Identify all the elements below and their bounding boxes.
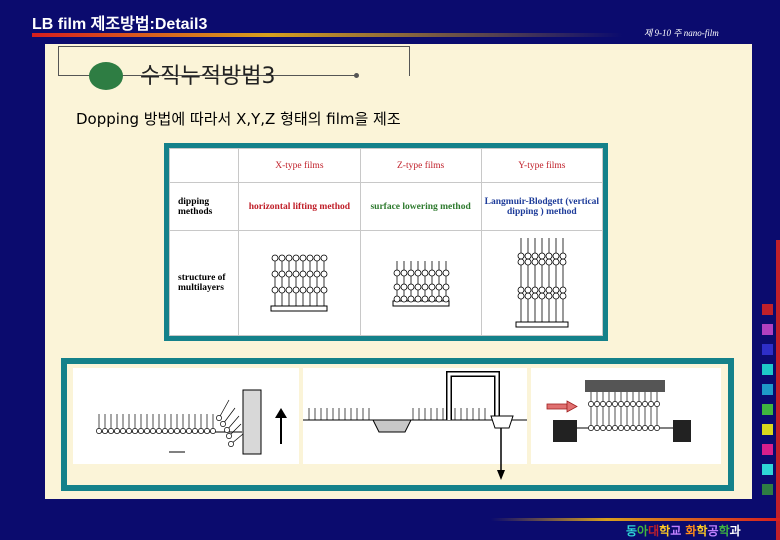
decor-square bbox=[762, 344, 773, 355]
heading-bullet-icon bbox=[89, 62, 123, 90]
footer-char: 대 bbox=[648, 524, 660, 538]
footer-char: 학 bbox=[696, 524, 708, 538]
footer-university-dept: 동아대학교 화학공학과 bbox=[626, 522, 741, 539]
decor-square bbox=[762, 424, 773, 435]
section-subheading: Dopping 방법에 따라서 X,Y,Z 형태의 film을 제조 bbox=[76, 110, 401, 128]
heading-frame-dot bbox=[354, 73, 359, 78]
cell-z-structure-diagram bbox=[359, 230, 482, 336]
footer-char: 학 bbox=[718, 524, 730, 538]
column-header-x-type: X-type films bbox=[238, 148, 361, 183]
heading-frame bbox=[409, 46, 410, 76]
footer-char: 학 bbox=[659, 524, 671, 538]
decor-square bbox=[762, 304, 773, 315]
course-label: 제 9-10 주 nano-film bbox=[644, 28, 719, 38]
column-header-z-type: Z-type films bbox=[359, 148, 482, 183]
right-edge-accent bbox=[776, 240, 780, 540]
cell-y-method: Langmuir-Blodgett (vertical dipping ) me… bbox=[480, 182, 604, 231]
z-type-multilayer-diagram bbox=[392, 260, 450, 306]
decor-square bbox=[762, 464, 773, 475]
decor-square bbox=[762, 364, 773, 375]
x-type-multilayer-diagram bbox=[270, 254, 328, 311]
footer-char: 동 bbox=[626, 524, 638, 538]
title-rule bbox=[32, 33, 622, 37]
cell-y-structure-diagram bbox=[480, 230, 604, 336]
dipping-process-diagram bbox=[73, 368, 721, 480]
row-label-dipping-methods: dipping methods bbox=[168, 182, 240, 231]
cell-z-method: surface lowering method bbox=[359, 182, 482, 231]
film-type-table: X-type films Z-type films Y-type films d… bbox=[168, 148, 604, 336]
decor-square bbox=[762, 384, 773, 395]
cell-x-method: horizontal lifting method bbox=[238, 182, 361, 231]
slide-title: LB film 제조방법:Detail3 bbox=[32, 16, 208, 33]
decor-square bbox=[762, 484, 773, 495]
decor-square bbox=[762, 444, 773, 455]
decor-square bbox=[762, 324, 773, 335]
heading-frame bbox=[58, 46, 59, 76]
footer-char: 과 bbox=[729, 524, 741, 538]
horizontal-lifting-panel bbox=[73, 368, 299, 464]
heading-frame bbox=[58, 46, 410, 47]
cell-x-structure-diagram bbox=[238, 230, 361, 336]
footer-char: 공 bbox=[707, 524, 719, 538]
column-header-y-type: Y-type films bbox=[480, 148, 604, 183]
decorative-squares bbox=[762, 304, 775, 504]
film-type-table-frame: X-type films Z-type films Y-type films d… bbox=[164, 143, 608, 341]
process-illustration-frame bbox=[61, 358, 734, 491]
row-label-structure: structure of multilayers bbox=[168, 230, 240, 336]
section-heading: 수직누적방법3 bbox=[140, 64, 276, 89]
footer-rule bbox=[491, 518, 780, 521]
table-corner-cell bbox=[168, 148, 240, 183]
y-type-multilayer-diagram bbox=[515, 237, 569, 327]
process-illustration bbox=[67, 364, 728, 485]
decor-square bbox=[762, 404, 773, 415]
footer-char: 교 bbox=[670, 524, 682, 538]
footer-char: 아 bbox=[637, 524, 649, 538]
footer-char: 화 bbox=[685, 524, 697, 538]
